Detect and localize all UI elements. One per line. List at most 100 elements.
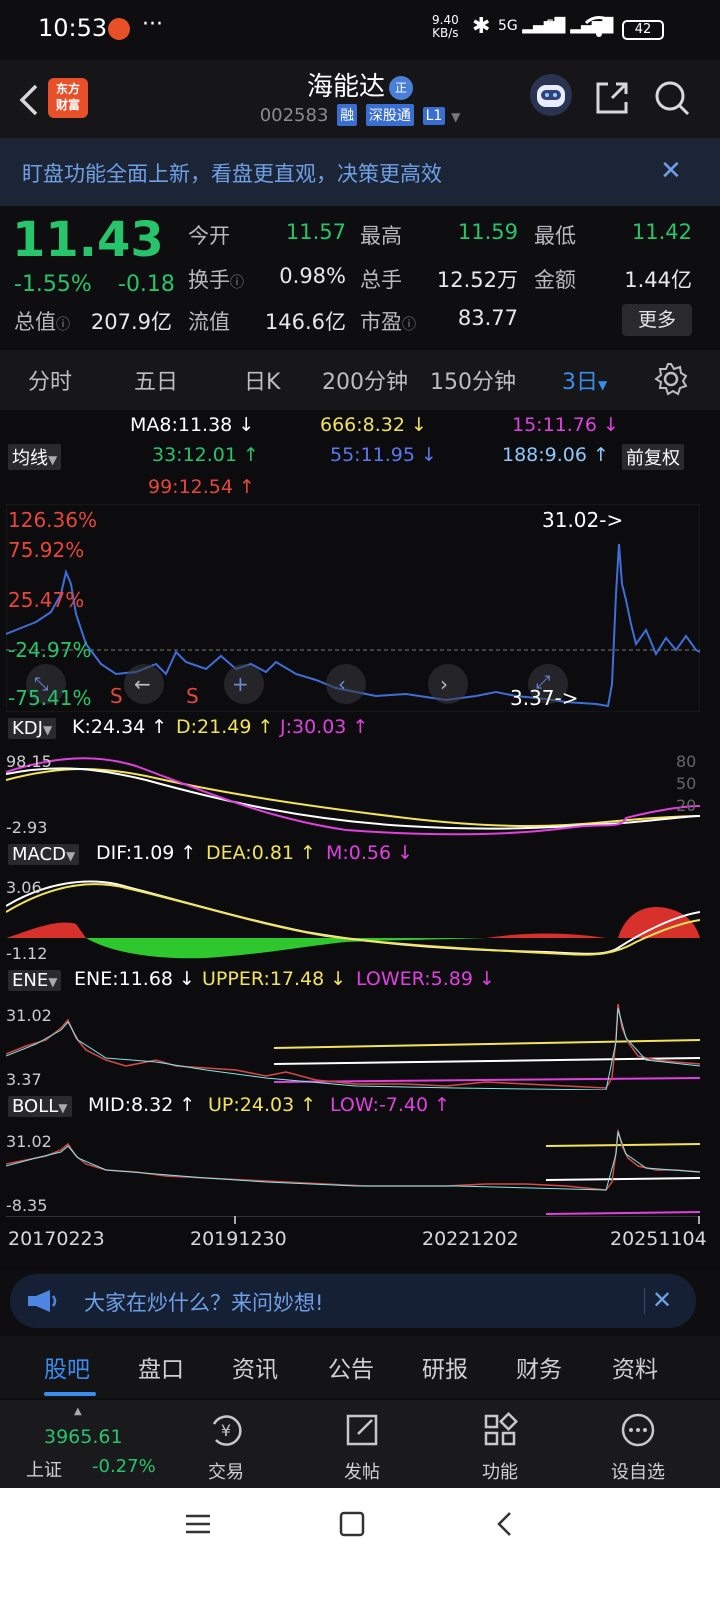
turnover-label[interactable]: 换手ⓘ [188,264,244,294]
tab-guba[interactable]: 股吧 [44,1350,90,1384]
market-cap-label[interactable]: 总值ⓘ [14,306,70,336]
tab-3day[interactable]: 3日▼ [562,364,607,396]
date-tick [234,1216,236,1224]
volume-label: 总手 [360,268,402,292]
ask-text: 大家在炒什么？来问妙想! [84,1291,324,1315]
pe-label[interactable]: 市盈ⓘ [360,306,416,336]
axis-label-5: -75.41% [8,686,92,710]
net-speed: 9.40 KB/s [432,13,459,40]
ma-selector[interactable]: 均线▼ [8,444,62,470]
zheng-badge-icon: 正 [389,75,413,100]
status-more-icon: ··· [142,12,163,37]
macd-selector[interactable]: MACD▼ [8,844,80,865]
trade-button[interactable]: ¥ 交易 [176,1410,276,1484]
robot-assistant-icon[interactable] [530,74,572,116]
add-watchlist-button[interactable]: 设自选 [588,1410,688,1484]
move-left-icon[interactable]: ← [134,672,151,696]
tab-200min[interactable]: 200分钟 [322,364,408,396]
quote-panel: 11.43 -1.55% -0.18 今开 11.57 最高 11.59 最低 … [0,206,720,348]
open-value: 11.57 [285,220,346,244]
expand-icon[interactable]: + [232,672,249,696]
max-price-label: 31.02-> [542,508,624,532]
macd-dif: DIF:1.09 ↑ [96,842,197,864]
ma-55: 55:11.95 ↓ [330,444,437,466]
amount-value: 1.44亿 [624,268,692,292]
trade-icon: ¥ [212,1415,242,1446]
gear-icon[interactable] [654,362,688,400]
ma-15: 15:11.76 ↓ [512,414,619,436]
ene-selector[interactable]: ENE▼ [8,970,62,991]
date-label: 20251104 [610,1228,707,1250]
more-button[interactable]: 更多 [622,304,692,336]
ma-188: 188:9.06 ↑ [502,444,609,466]
ask-miaoxiang-banner[interactable]: 大家在炒什么？来问妙想! ✕ [10,1274,696,1328]
price-chart-svg [6,504,700,712]
tab-five-day[interactable]: 五日 [134,364,178,396]
tab-research[interactable]: 研报 [422,1350,468,1384]
date-tick [698,1216,700,1224]
tab-announcements[interactable]: 公告 [328,1350,374,1384]
tab-news[interactable]: 资讯 [232,1350,278,1384]
battery-icon: 42 [622,20,664,40]
functions-button[interactable]: 功能 [450,1410,550,1484]
ene-bottom: 3.37 [6,1070,42,1089]
feature-banner[interactable]: 盯盘功能全面上新，看盘更直观，决策更高效 ✕ [0,138,720,206]
megaphone-icon [26,1288,58,1318]
tab-profile[interactable]: 资料 [612,1350,658,1384]
axis-label-3: 25.47% [8,588,85,612]
post-edit-icon [346,1414,378,1446]
index-ticker[interactable]: ▲ 3965.61 上证 -0.27% [0,1400,160,1488]
macd-dea: DEA:0.81 ↑ [206,842,316,864]
boll-selector[interactable]: BOLL▼ [8,1096,72,1117]
home-icon[interactable] [338,1510,366,1542]
more-circle-icon [621,1413,655,1447]
market-cap-value: 207.9亿 [90,310,172,334]
close-icon[interactable]: ✕ [652,1286,672,1314]
search-icon[interactable] [652,78,692,118]
open-label: 今开 [188,224,230,248]
sell-marker: S [110,684,123,708]
boll-up: UP:24.03 ↑ [208,1094,317,1116]
grid-apps-icon [484,1411,519,1446]
info-icon: ⓘ [402,317,416,333]
index-name: 上证 [26,1460,62,1481]
ene-chart-svg [6,1003,700,1090]
back-nav-icon[interactable] [492,1510,520,1542]
status-bar: 10:53 ··· 9.40 KB/s ✱ 5G ▂▄▆█ 5G ▂▄▆█ 42 [0,0,720,60]
kdj-ref-20: 20 [676,796,697,815]
zoom-in-icon[interactable]: ⤢ [536,672,550,693]
kline-chart-area[interactable]: MA8:11.38 ↓ 666:8.32 ↓ 15:11.76 ↓ 均线▼ 33… [0,410,720,1270]
kdj-selector[interactable]: KDJ▼ [8,718,57,739]
chevron-right-icon[interactable]: › [440,672,448,696]
tag-margin: 融 [337,104,358,126]
boll-low: LOW:-7.40 ↑ [330,1094,451,1116]
menu-icon[interactable] [184,1510,212,1542]
content-tabs: 股吧 盘口 资讯 公告 研报 财务 资料 [0,1336,720,1398]
tab-daily-k[interactable]: 日K [244,364,280,396]
divider [644,1288,645,1314]
caret-down-icon: ▼ [451,110,461,124]
post-button[interactable]: 发帖 [312,1410,412,1484]
info-icon: ⓘ [230,275,244,291]
float-cap-label: 流值 [188,310,230,334]
kdj-k: K:24.34 ↑ [72,716,168,738]
tab-150min[interactable]: 150分钟 [430,364,516,396]
ene-lower: LOWER:5.89 ↓ [356,968,495,990]
chevron-left-icon[interactable]: ‹ [338,672,346,696]
tab-pankou[interactable]: 盘口 [138,1350,184,1384]
tag-level: L1 [422,107,446,125]
share-icon[interactable] [592,78,632,118]
close-icon[interactable]: ✕ [660,156,682,186]
macd-m: M:0.56 ↓ [326,842,414,864]
kdj-bottom: -2.93 [6,818,48,837]
macd-chart-svg [6,880,700,959]
tab-finance[interactable]: 财务 [516,1350,562,1384]
period-tabs: 分时 五日 日K 200分钟 150分钟 3日▼ [0,350,720,410]
ene-upper: UPPER:17.48 ↓ [202,968,347,990]
tab-intraday[interactable]: 分时 [28,364,72,396]
zoom-out-icon[interactable]: ⤡ [34,674,48,695]
adjust-button[interactable]: 前复权 [622,444,684,470]
tag-connect: 深股通 [365,104,414,126]
last-price: 11.43 [12,212,164,268]
kdj-ref-50: 50 [676,774,697,793]
